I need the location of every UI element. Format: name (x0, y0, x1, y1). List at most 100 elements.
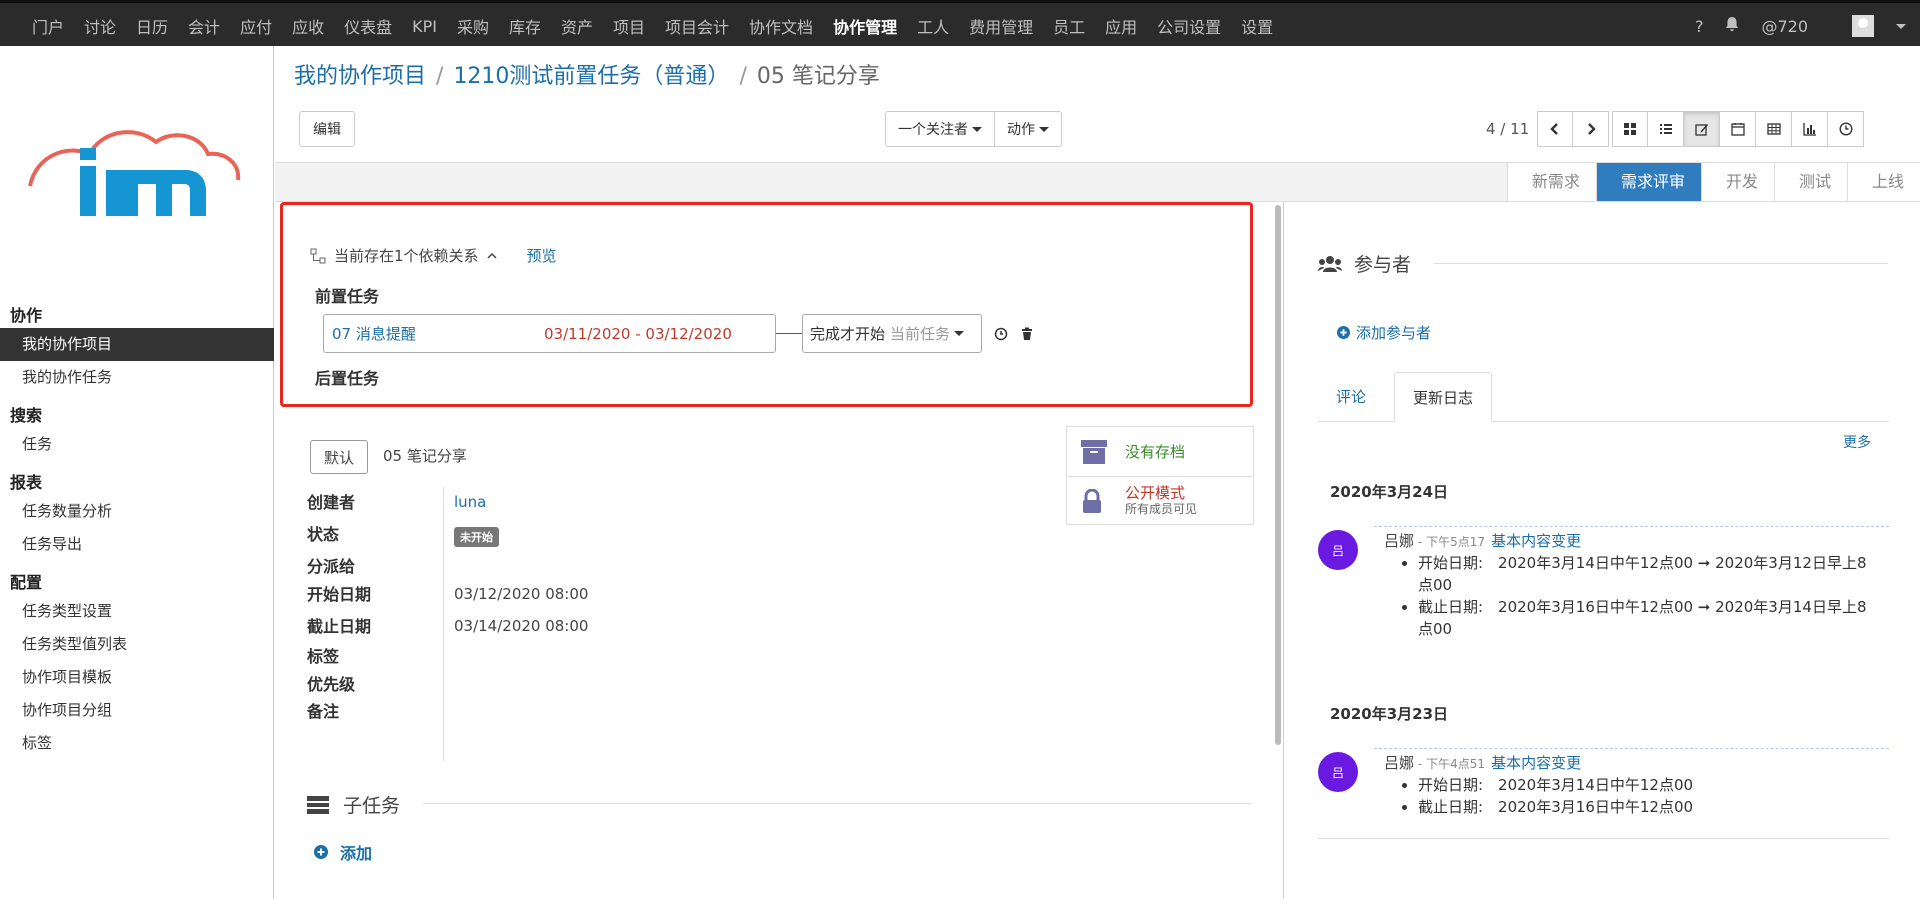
menu-item-project[interactable]: 项目 (613, 14, 645, 38)
relation-type-label: 完成才开始 (810, 325, 886, 343)
stage-testing[interactable]: 测试 (1773, 163, 1847, 201)
menu-item-calendar[interactable]: 日历 (136, 14, 168, 38)
pivot-view-button[interactable] (1756, 111, 1792, 147)
menu-item-receivable[interactable]: 应收 (292, 14, 324, 38)
dependency-connector (776, 333, 802, 334)
stage-go-live[interactable]: 上线 (1846, 163, 1920, 201)
stage-development[interactable]: 开发 (1700, 163, 1774, 201)
menu-item-employees[interactable]: 员工 (1053, 14, 1085, 38)
lock-icon (1083, 489, 1101, 513)
activity-view-button[interactable] (1828, 111, 1864, 147)
trash-icon[interactable] (1020, 327, 1034, 341)
menu-item-company-settings[interactable]: 公司设置 (1157, 14, 1221, 38)
smart-buttons: 没有存档 公开模式 所有成员可见 (1066, 426, 1254, 525)
preview-link[interactable]: 预览 (527, 245, 557, 266)
menu-item-inventory[interactable]: 库存 (509, 14, 541, 38)
menu-item-apps[interactable]: 应用 (1105, 14, 1137, 38)
default-tag-button[interactable]: 默认 (310, 440, 368, 474)
user-menu[interactable] (1830, 15, 1906, 37)
menu-item-kpi[interactable]: KPI (412, 17, 437, 36)
privacy-title: 公开模式 (1125, 484, 1186, 502)
predecessor-task-name[interactable]: 07 消息提醒 (332, 323, 544, 344)
chevron-down-icon (1039, 126, 1049, 132)
message-author[interactable]: 吕娜 (1384, 532, 1414, 550)
sidebar-item-task-count-analysis[interactable]: 任务数量分析 (0, 495, 274, 528)
sidebar-item-project-groups[interactable]: 协作项目分组 (0, 694, 274, 727)
menu-item-workers[interactable]: 工人 (917, 14, 949, 38)
tab-changelog[interactable]: 更新日志 (1394, 372, 1493, 422)
dependency-header: 当前存在1个依赖关系 预览 (310, 245, 557, 266)
tab-comments[interactable]: 评论 (1318, 372, 1384, 422)
list-view-button[interactable] (1648, 111, 1684, 147)
add-subtask-link[interactable]: 添加 (314, 840, 372, 864)
dependency-panel (280, 202, 1253, 407)
top-right-tools: ? @720 (1673, 3, 1906, 49)
menu-item-discuss[interactable]: 讨论 (84, 14, 116, 38)
action-dropdown[interactable]: 动作 (995, 111, 1062, 147)
kanban-view-button[interactable] (1612, 111, 1648, 147)
sidebar-item-my-collab-projects[interactable]: 我的协作项目 (0, 328, 274, 361)
archive-button[interactable]: 没有存档 (1067, 427, 1253, 476)
stage-requirement-review[interactable]: 需求评审 (1595, 163, 1701, 201)
panel-divider (1283, 202, 1284, 899)
graph-view-button[interactable] (1792, 111, 1828, 147)
creator-value[interactable]: luna (454, 493, 486, 511)
sidebar-item-tasks[interactable]: 任务 (0, 428, 274, 461)
add-participant-link[interactable]: 添加参与者 (1337, 322, 1431, 343)
menu-item-payable[interactable]: 应付 (240, 14, 272, 38)
menu-item-collab-docs[interactable]: 协作文档 (749, 14, 813, 38)
menu-item-settings[interactable]: 设置 (1241, 14, 1273, 38)
relation-type-select[interactable]: 完成才开始 当前任务 (802, 314, 982, 353)
avatar[interactable]: 吕 (1318, 752, 1358, 792)
sidebar-item-my-collab-tasks[interactable]: 我的协作任务 (0, 361, 274, 394)
edit-icon (1694, 124, 1708, 136)
subtask-header: 子任务 (307, 791, 400, 818)
menu-item-assets[interactable]: 资产 (561, 14, 593, 38)
next-button[interactable] (1573, 111, 1610, 147)
menu-item-purchase[interactable]: 采购 (457, 14, 489, 38)
pager-counter[interactable]: 4 / 11 (1486, 120, 1529, 138)
sidebar-item-tags[interactable]: 标签 (0, 727, 274, 760)
menu-item-expenses[interactable]: 费用管理 (969, 14, 1033, 38)
sidebar-item-project-templates[interactable]: 协作项目模板 (0, 661, 274, 694)
avatar[interactable]: 吕 (1318, 530, 1358, 570)
priority-label: 优先级 (307, 675, 356, 694)
breadcrumb-link-projects[interactable]: 我的协作项目 (294, 64, 426, 89)
day-separator: 2020年3月24日 (1330, 483, 1449, 501)
vertical-scrollbar[interactable] (1275, 205, 1281, 745)
menu-item-accounting[interactable]: 会计 (188, 14, 220, 38)
start-date-value: 03/12/2020 08:00 (454, 585, 589, 603)
relation-target-label: 当前任务 (890, 325, 951, 343)
chevron-up-icon[interactable] (487, 252, 497, 260)
chatter-bottom-divider (1318, 838, 1889, 839)
sidebar-item-task-type-values[interactable]: 任务类型值列表 (0, 628, 274, 661)
sidebar-item-task-export[interactable]: 任务导出 (0, 528, 274, 561)
mentions-counter[interactable]: @720 (1761, 17, 1808, 36)
edit-button[interactable]: 编辑 (299, 111, 355, 147)
tags-label: 标签 (307, 647, 340, 666)
predecessor-task-field[interactable]: 07 消息提醒 03/11/2020 - 03/12/2020 (323, 314, 776, 353)
form-view-button[interactable] (1684, 111, 1720, 147)
assignee-label: 分派给 (307, 557, 356, 576)
clock-icon[interactable] (994, 327, 1008, 341)
menu-item-collab-management[interactable]: 协作管理 (833, 14, 897, 38)
menu-item-portal[interactable]: 门户 (32, 14, 64, 38)
sidebar-item-task-type-settings[interactable]: 任务类型设置 (0, 595, 274, 628)
more-link[interactable]: 更多 (1843, 432, 1871, 452)
calendar-view-button[interactable] (1720, 111, 1756, 147)
menu-item-dashboard[interactable]: 仪表盘 (344, 14, 392, 38)
breadcrumb-link-project[interactable]: 1210测试前置任务（普通） (453, 64, 729, 89)
message-author[interactable]: 吕娜 (1384, 754, 1414, 772)
privacy-button[interactable]: 公开模式 所有成员可见 (1067, 476, 1253, 525)
bell-icon[interactable] (1725, 16, 1739, 36)
field-divider (443, 487, 444, 761)
help-icon[interactable]: ? (1695, 17, 1704, 36)
avatar (1852, 15, 1874, 37)
archive-icon (1081, 439, 1107, 464)
breadcrumb-current: 05 笔记分享 (756, 64, 880, 89)
stage-new-requirement[interactable]: 新需求 (1506, 163, 1596, 201)
dependency-summary[interactable]: 当前存在1个依赖关系 (334, 245, 479, 266)
followers-dropdown[interactable]: 一个关注者 (885, 111, 995, 147)
menu-item-project-accounting[interactable]: 项目会计 (665, 14, 729, 38)
previous-button[interactable] (1537, 111, 1574, 147)
